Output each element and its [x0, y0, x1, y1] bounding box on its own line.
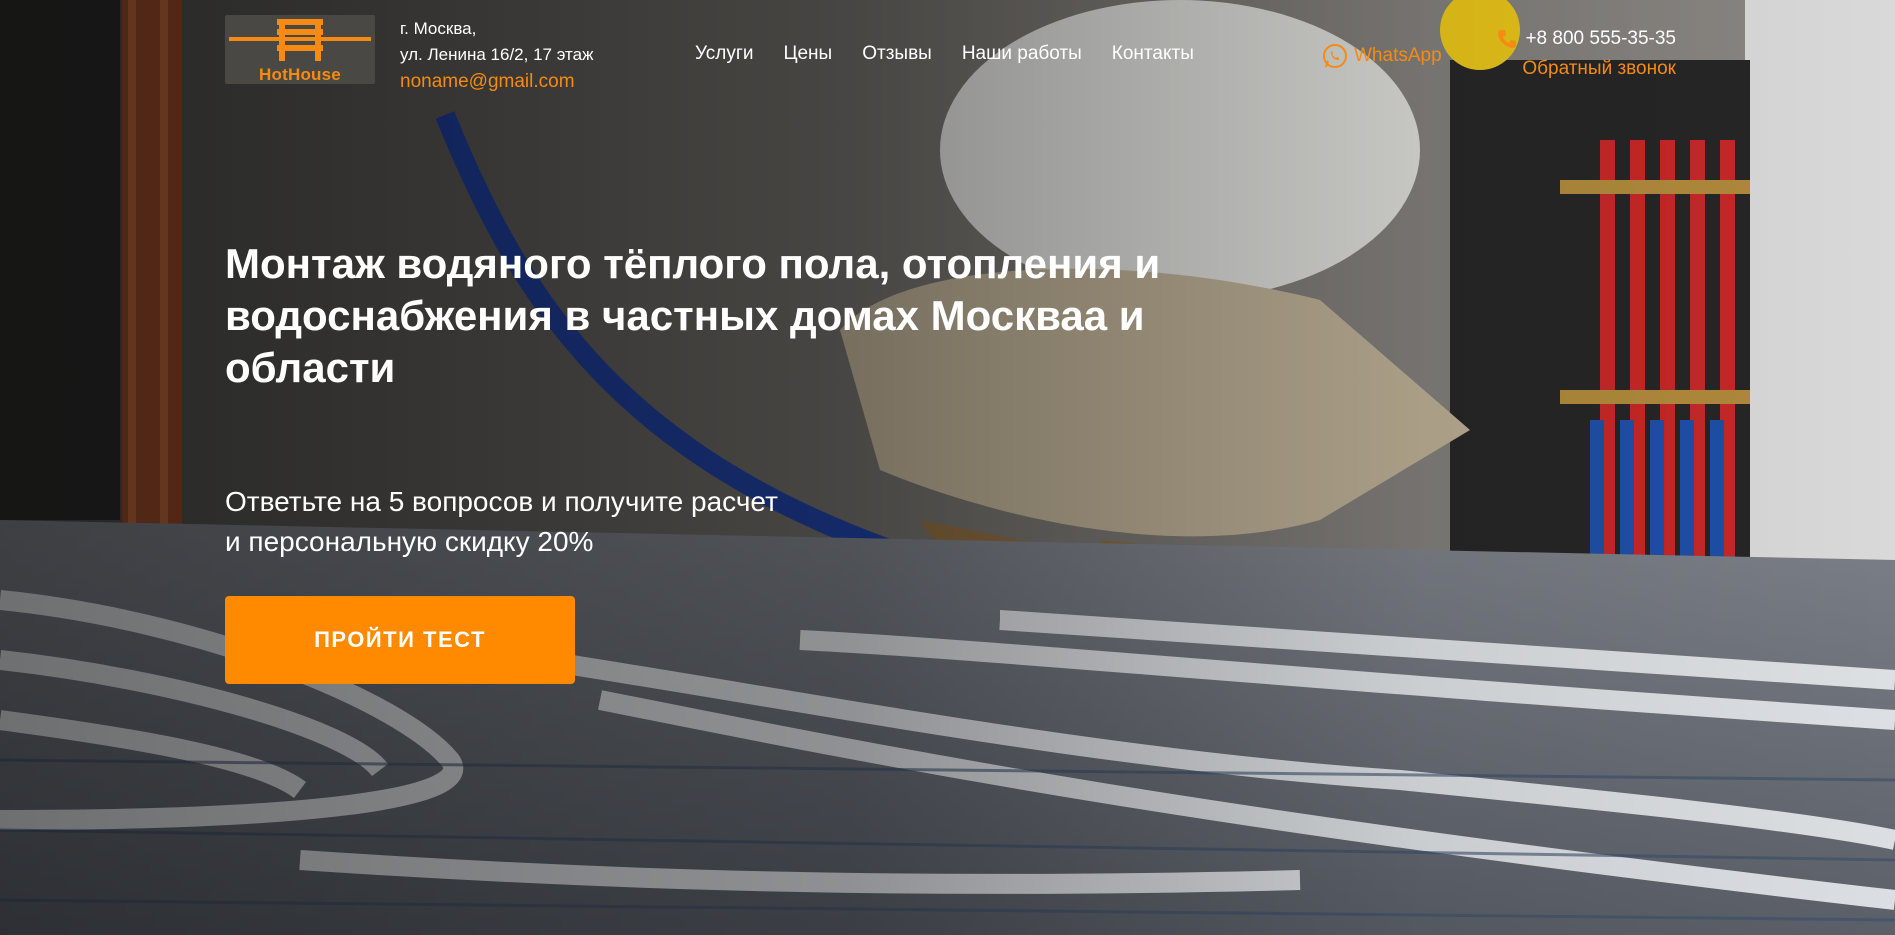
- take-test-button[interactable]: ПРОЙТИ ТЕСТ: [225, 596, 575, 684]
- site-header: HotHouse г. Москва, ул. Ленина 16/2, 17 …: [0, 0, 1895, 100]
- nav-item-services[interactable]: Услуги: [695, 43, 753, 65]
- hero-subtitle-line1: Ответьте на 5 вопросов и получите расчет: [225, 486, 778, 517]
- nav-item-portfolio[interactable]: Наши работы: [962, 43, 1082, 65]
- address: г. Москва, ул. Ленина 16/2, 17 этаж: [400, 16, 593, 68]
- logo[interactable]: HotHouse: [225, 15, 375, 84]
- hero-overlay: [0, 0, 1895, 935]
- address-city: г. Москва,: [400, 19, 477, 38]
- whatsapp-icon: [1323, 44, 1347, 68]
- phone-link[interactable]: +8 800 555-35-35: [1486, 28, 1676, 50]
- hero-subtitle: Ответьте на 5 вопросов и получите расчет…: [225, 482, 925, 562]
- phone-block: +8 800 555-35-35 Обратный звонок: [1486, 28, 1676, 80]
- nav-item-reviews[interactable]: Отзывы: [862, 43, 932, 65]
- email-link[interactable]: noname@gmail.com: [400, 71, 575, 93]
- whatsapp-label: WhatsApp: [1354, 45, 1442, 66]
- address-street: ул. Ленина 16/2, 17 этаж: [400, 45, 594, 64]
- hero-title: Монтаж водяного тёплого пола, отопления …: [225, 240, 1161, 391]
- bench-icon: [229, 19, 371, 61]
- phone-icon: [1498, 30, 1517, 48]
- logo-text: HotHouse: [259, 65, 341, 84]
- phone-number: +8 800 555-35-35: [1525, 28, 1676, 49]
- nav-item-prices[interactable]: Цены: [783, 43, 832, 65]
- main-nav: Услуги Цены Отзывы Наши работы Контакты: [695, 43, 1224, 65]
- hero-subtitle-line2: и персональную скидку 20%: [225, 526, 594, 557]
- callback-link[interactable]: Обратный звонок: [1486, 58, 1676, 80]
- whatsapp-link[interactable]: WhatsApp: [1322, 43, 1442, 69]
- nav-item-contacts[interactable]: Контакты: [1112, 43, 1194, 65]
